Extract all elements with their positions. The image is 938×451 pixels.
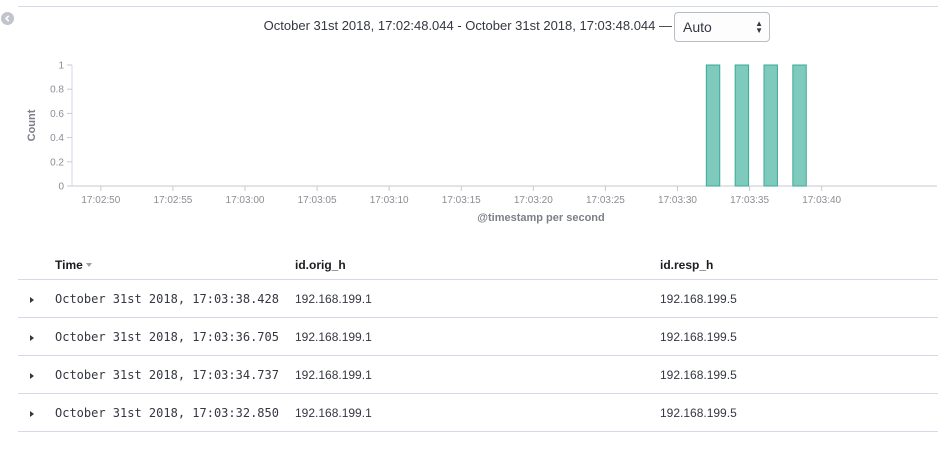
cell-orig-h: 192.168.199.1 — [295, 355, 660, 394]
panel-top-border — [18, 0, 938, 7]
x-axis-title: @timestamp per second — [477, 212, 604, 224]
histogram-bar[interactable] — [763, 64, 778, 187]
table-header-row: Time id.orig_h id.resp_h — [18, 250, 938, 280]
y-tick-label: 1 — [58, 61, 64, 72]
cell-resp-h: 192.168.199.5 — [660, 355, 938, 394]
x-tick-label: 17:03:15 — [442, 195, 481, 206]
sort-down-icon[interactable] — [85, 263, 92, 268]
cell-time: October 31st 2018, 17:03:34.737 — [55, 355, 295, 394]
column-header-orig-h[interactable]: id.orig_h — [295, 250, 660, 280]
column-header-resp-h[interactable]: id.resp_h — [660, 250, 938, 280]
x-tick-label: 17:03:10 — [370, 195, 409, 206]
histogram-bar[interactable] — [734, 64, 750, 187]
cell-resp-h: 192.168.199.5 — [660, 393, 938, 432]
y-tick-label: 0.6 — [50, 109, 64, 120]
cell-time: October 31st 2018, 17:03:32.850 — [55, 393, 295, 432]
x-tick-label: 17:03:40 — [802, 195, 841, 206]
table-row[interactable]: October 31st 2018, 17:03:36.705 192.168.… — [18, 317, 938, 356]
select-arrows-icon: ▲ ▼ — [755, 19, 763, 35]
expand-row-caret-icon[interactable] — [30, 296, 34, 303]
column-header-time-label: Time — [55, 257, 83, 272]
x-tick-label: 17:03:05 — [298, 195, 337, 206]
column-header-time[interactable]: Time — [55, 250, 295, 280]
cell-time: October 31st 2018, 17:03:36.705 — [55, 317, 295, 356]
y-tick-label: 0 — [58, 182, 64, 193]
interval-select[interactable]: Auto ▲ ▼ — [674, 12, 770, 42]
histogram-chart: 00.20.40.60.81 17:02:50 17:02:55 17:03:00 1… — [26, 61, 937, 224]
histogram-bars — [705, 64, 807, 187]
cell-resp-h: 192.168.199.5 — [660, 317, 938, 356]
x-tick-label: 17:03:20 — [514, 195, 553, 206]
x-tick-label: 17:03:35 — [730, 195, 769, 206]
y-tick-label: 0.4 — [50, 133, 64, 144]
table-row[interactable]: October 31st 2018, 17:03:34.737 192.168.… — [18, 355, 938, 394]
x-tick-label: 17:02:50 — [81, 195, 120, 206]
x-tick-label: 17:03:25 — [586, 195, 625, 206]
y-axis: 0 0.2 0.4 0.6 0.8 1 — [50, 61, 73, 193]
expand-row-caret-icon[interactable] — [30, 372, 34, 379]
cell-orig-h: 192.168.199.1 — [295, 393, 660, 432]
x-axis: 17:02:50 17:02:55 17:03:00 17:03:05 17:03:10… — [72, 185, 937, 206]
time-range-label: October 31st 2018, 17:02:48.044 - Octobe… — [263, 18, 672, 33]
interval-selected-value: Auto — [683, 19, 712, 35]
x-tick-label: 17:02:55 — [153, 195, 192, 206]
histogram-bar[interactable] — [705, 64, 721, 187]
y-tick-label: 0.2 — [50, 157, 64, 168]
cell-resp-h: 192.168.199.5 — [660, 279, 938, 318]
y-tick-label: 0.8 — [50, 85, 64, 96]
x-tick-label: 17:03:30 — [658, 195, 697, 206]
cell-time: October 31st 2018, 17:03:38.428 — [55, 279, 295, 318]
table-row[interactable]: October 31st 2018, 17:03:32.850 192.168.… — [18, 393, 938, 432]
expand-row-caret-icon[interactable] — [30, 334, 34, 341]
cell-orig-h: 192.168.199.1 — [295, 279, 660, 318]
expand-column-header — [18, 250, 55, 280]
expand-row-caret-icon[interactable] — [30, 410, 34, 417]
cell-orig-h: 192.168.199.1 — [295, 317, 660, 356]
x-tick-label: 17:03:00 — [226, 195, 265, 206]
table-row[interactable]: October 31st 2018, 17:03:38.428 192.168.… — [18, 279, 938, 318]
y-axis-title: Count — [26, 109, 38, 141]
documents-table: Time id.orig_h id.resp_h October 31st 20… — [18, 250, 938, 432]
histogram-bar[interactable] — [792, 64, 807, 187]
